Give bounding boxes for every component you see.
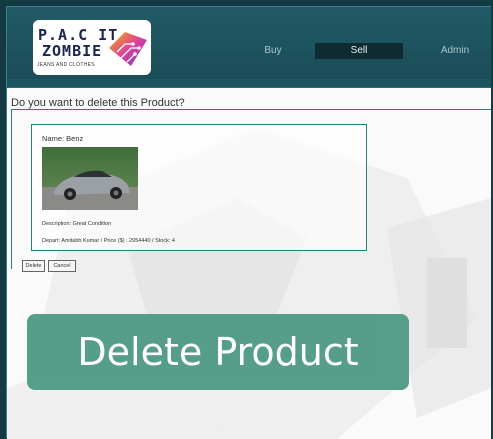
product-details: Depart: Amitabh Kumar / Price ($) : 2954… bbox=[42, 238, 175, 244]
cancel-button[interactable]: Cancel bbox=[48, 260, 76, 272]
nav-sell[interactable]: Sell bbox=[315, 43, 403, 59]
nav-buy[interactable]: Buy bbox=[253, 43, 293, 59]
site-header: P.A.C IT ZOMBIE JEANS AND CLOTHES Buy Se… bbox=[7, 7, 491, 79]
banner-text: Delete Product bbox=[77, 330, 359, 374]
product-image bbox=[42, 147, 138, 210]
page-title: Do you want to delete this Product? bbox=[11, 97, 185, 109]
main-content: Do you want to delete this Product? Name… bbox=[7, 87, 491, 439]
delete-product-banner: Delete Product bbox=[27, 314, 409, 390]
product-description: Description: Great Condition bbox=[42, 221, 112, 227]
product-name: Name: Benz bbox=[42, 134, 84, 143]
nav-admin[interactable]: Admin bbox=[433, 43, 477, 59]
delete-button[interactable]: Delete bbox=[22, 260, 45, 272]
app-window: P.A.C IT ZOMBIE JEANS AND CLOTHES Buy Se… bbox=[6, 6, 491, 439]
site-logo[interactable]: P.A.C IT ZOMBIE JEANS AND CLOTHES bbox=[33, 20, 151, 75]
circuit-cube-icon bbox=[109, 32, 147, 66]
logo-line-2: ZOMBIE bbox=[42, 42, 103, 60]
fieldset-border-left bbox=[11, 109, 12, 269]
product-card: Name: Benz Description: Great Condition bbox=[31, 124, 367, 251]
title-underline-divider bbox=[11, 109, 491, 110]
logo-tagline: JEANS AND CLOTHES bbox=[37, 62, 95, 68]
